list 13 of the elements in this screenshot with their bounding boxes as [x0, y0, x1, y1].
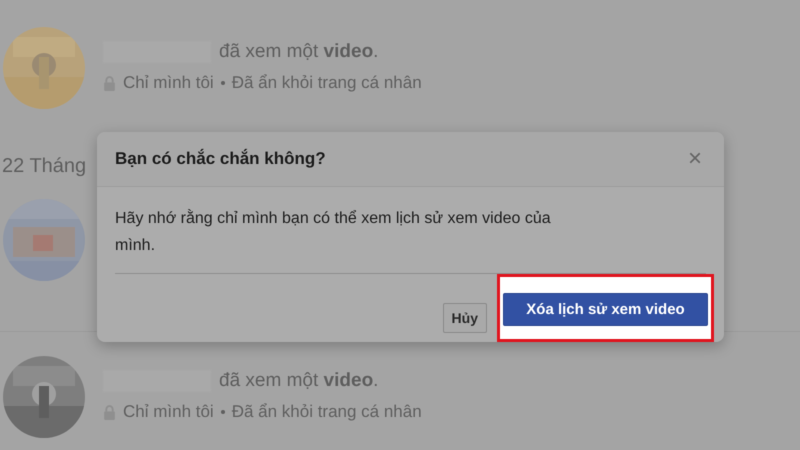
- separator-dot: [220, 81, 225, 85]
- date-heading: 22 Tháng: [2, 155, 86, 179]
- privacy-label: Chỉ mình tôi: [123, 402, 214, 422]
- status-label: Đã ẩn khỏi trang cá nhân: [232, 402, 422, 422]
- separator-dot: [220, 410, 225, 414]
- activity-text: đã xem một video.: [219, 41, 378, 63]
- status-label: Đã ẩn khỏi trang cá nhân: [232, 73, 422, 93]
- dialog-title: Bạn có chắc chắn không?: [115, 149, 326, 169]
- activity-text: đã xem một video.: [219, 370, 378, 392]
- dialog-message: Hãy nhớ rằng chỉ mình bạn có thể xem lịch sử xem video của mình.: [115, 208, 552, 256]
- cancel-button[interactable]: Hủy: [442, 303, 487, 333]
- confirm-button[interactable]: Xóa lịch sử xem video: [503, 293, 708, 326]
- privacy-label: Chỉ mình tôi: [123, 73, 214, 93]
